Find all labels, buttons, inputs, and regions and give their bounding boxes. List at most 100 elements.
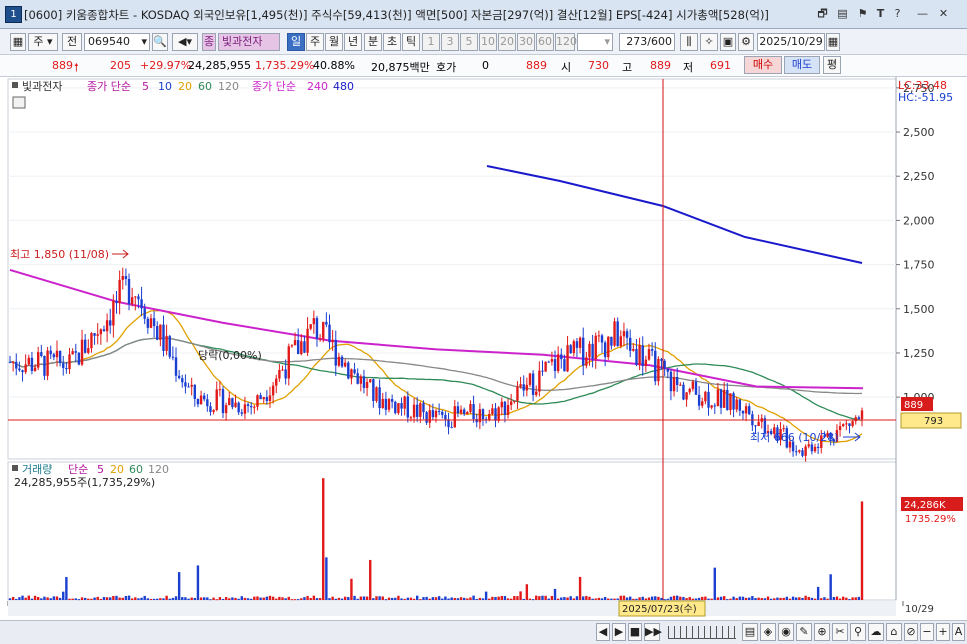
table-icon[interactable] — [12, 96, 26, 109]
volume-bar — [309, 597, 312, 600]
candle-body — [369, 379, 372, 383]
scroll-left-button[interactable]: ◀ — [596, 623, 610, 641]
volume-bar — [679, 596, 682, 600]
font-icon[interactable]: T — [873, 6, 888, 21]
stock-chart[interactable]: 2,7502,5002,2502,0001,7501,5001,2501,000… — [0, 77, 967, 620]
high-price: 889 — [650, 59, 671, 72]
volume-bar — [384, 599, 388, 601]
candle-body — [647, 349, 651, 360]
candle-body — [522, 384, 525, 391]
chart-icon-8[interactable]: ☁ — [868, 623, 884, 641]
minimize-icon[interactable]: — — [915, 6, 930, 21]
zoom-reset-icon[interactable]: ⊘ — [904, 623, 918, 641]
app-number-badge: 1 — [5, 6, 22, 23]
candle-body — [77, 352, 81, 365]
chart-icon-1[interactable]: ▤ — [742, 623, 758, 641]
zoom-in-button[interactable]: + — [936, 623, 950, 641]
stock-code-input[interactable]: 069540 ▾ — [84, 33, 150, 51]
candle-body — [685, 392, 688, 400]
tab-year[interactable]: 년 — [344, 33, 362, 51]
volume-bar — [560, 597, 563, 600]
candle-body — [726, 389, 729, 411]
scroll-right-button[interactable]: ▶ — [612, 623, 626, 641]
grid-icon[interactable]: ▦ — [10, 33, 26, 51]
volume-bar — [744, 597, 748, 600]
candle-body — [121, 275, 124, 280]
volume-tag-text: 24,286K — [904, 500, 946, 511]
volume-bar — [641, 596, 644, 600]
candle-body — [231, 398, 234, 408]
date-input[interactable]: 2025/10/29 — [757, 33, 825, 51]
tab-month[interactable]: 월 — [325, 33, 343, 51]
help-icon[interactable]: ? — [890, 6, 905, 21]
sell-button[interactable]: 매도 — [784, 56, 820, 74]
pin-icon[interactable]: ⚑ — [855, 6, 870, 21]
interval-10[interactable]: 10 — [479, 33, 497, 51]
tab-tick[interactable]: 틱 — [402, 33, 420, 51]
chart-icon-2[interactable]: ◈ — [760, 623, 776, 641]
close-icon[interactable]: ✕ — [936, 6, 951, 21]
search-icon[interactable]: 🔍 — [152, 33, 168, 51]
candle-body — [74, 351, 77, 353]
candle-body — [854, 417, 857, 422]
chart-icon-9[interactable]: ⌂ — [886, 623, 902, 641]
volume-bar — [228, 598, 231, 600]
stock-name-field[interactable]: 빛과전자 — [218, 33, 280, 51]
eval-button[interactable]: 평 — [823, 56, 841, 74]
zoom-slider[interactable] — [668, 626, 736, 639]
stop-button[interactable]: ■ — [628, 623, 642, 641]
candle-body — [278, 369, 281, 379]
chart-icon-5[interactable]: ⊕ — [814, 623, 830, 641]
price-legend-ma60: 60 — [198, 80, 212, 93]
candle-body — [845, 423, 848, 425]
tab-minute[interactable]: 분 — [364, 33, 382, 51]
hoga-price: 889 — [526, 59, 547, 72]
interval-60[interactable]: 60 — [536, 33, 554, 51]
candle-body — [112, 300, 115, 326]
tab-week[interactable]: 주 — [306, 33, 324, 51]
volume-bar — [234, 597, 237, 600]
candle-body — [638, 345, 641, 365]
chart-icon-4[interactable]: ✎ — [796, 623, 812, 641]
price-tick-label: 1,750 — [903, 259, 935, 272]
volume-ratio: 1,735.29% — [255, 59, 315, 72]
restore-icon[interactable]: 🗗 — [815, 6, 830, 21]
candle-body — [513, 400, 516, 402]
candle-body — [707, 391, 710, 408]
period-select[interactable]: 주 ▾ — [28, 33, 58, 51]
market-select[interactable]: 전 — [62, 33, 82, 51]
candle-body — [754, 425, 757, 427]
auto-scale-button[interactable]: A — [952, 623, 965, 641]
fast-forward-button[interactable]: ▶▶ — [644, 623, 662, 641]
candle-body — [394, 401, 397, 414]
interval-120[interactable]: 120 — [555, 33, 577, 51]
tile-icon[interactable]: ▤ — [835, 6, 850, 21]
interval-30[interactable]: 30 — [517, 33, 535, 51]
volume-bar — [475, 598, 478, 600]
tab-day[interactable]: 일 — [287, 33, 305, 51]
interval-input[interactable]: ▾ — [577, 33, 613, 51]
speaker-icon[interactable]: ◀▾ — [172, 33, 198, 51]
volume-bar — [400, 598, 403, 600]
interval-5[interactable]: 5 — [460, 33, 478, 51]
crosshair-icon[interactable]: ✧ — [700, 33, 718, 51]
volume-bar — [290, 599, 294, 601]
volume-bar — [334, 598, 337, 600]
chart-icon-3[interactable]: ◉ — [778, 623, 794, 641]
interval-20[interactable]: 20 — [498, 33, 516, 51]
calendar-icon[interactable]: ▦ — [826, 33, 840, 51]
volume-bar — [494, 596, 497, 600]
bar-count-field[interactable]: 273/600 — [619, 33, 675, 51]
save-icon[interactable]: ▣ — [720, 33, 736, 51]
zoom-out-button[interactable]: − — [920, 623, 934, 641]
chart-icon-7[interactable]: ⚲ — [850, 623, 866, 641]
interval-1[interactable]: 1 — [422, 33, 440, 51]
chart-type-icon[interactable]: ⫼ — [680, 33, 698, 51]
chart-icon-6[interactable]: ✂ — [832, 623, 848, 641]
chart-area[interactable]: 2,7502,5002,2502,0001,7501,5001,2501,000… — [0, 77, 967, 644]
buy-button[interactable]: 매수 — [744, 56, 782, 74]
hc-label: HC:-51.95 — [898, 91, 953, 104]
settings-icon[interactable]: ⚙ — [738, 33, 754, 51]
interval-3[interactable]: 3 — [441, 33, 459, 51]
tab-second[interactable]: 초 — [383, 33, 401, 51]
